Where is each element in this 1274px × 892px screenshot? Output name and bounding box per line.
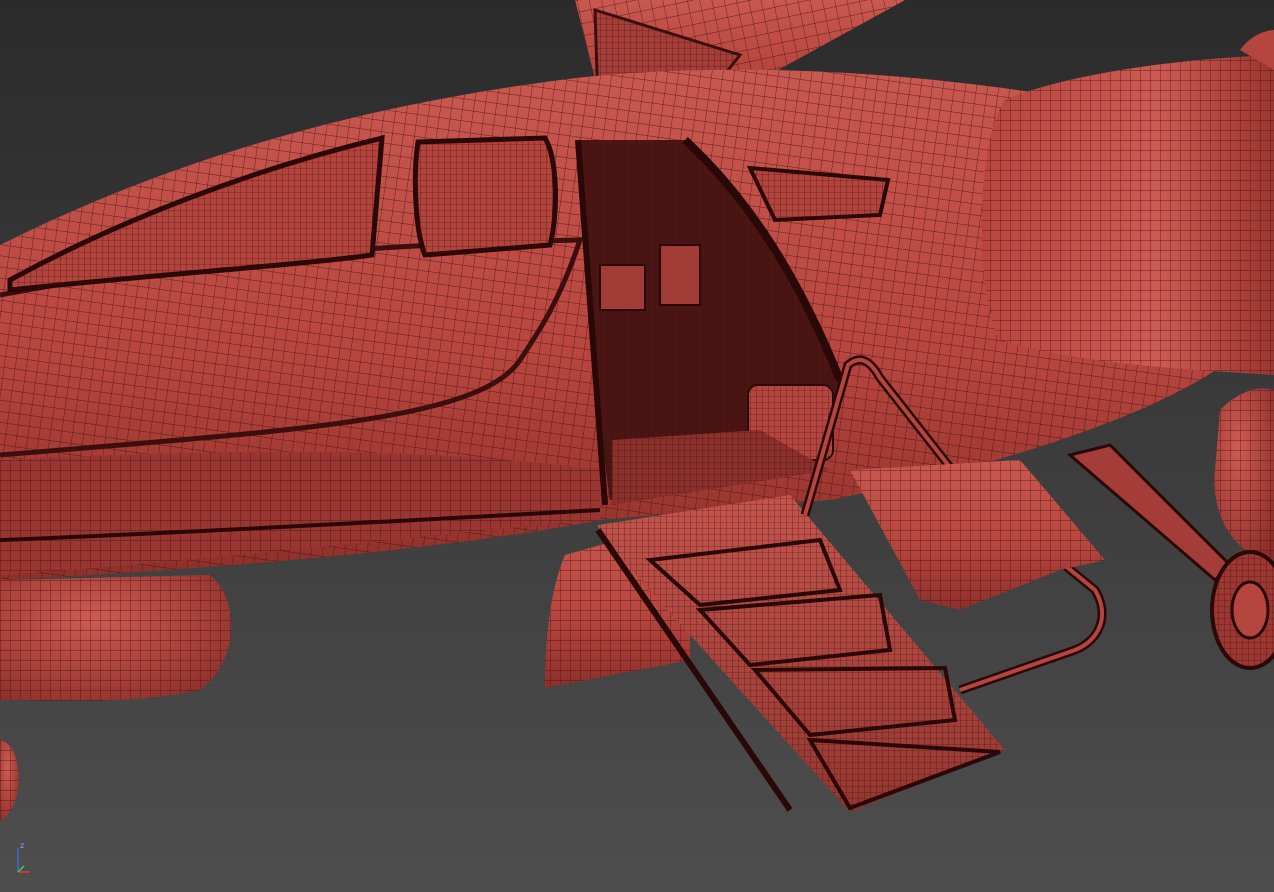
- fairing-pod: [0, 575, 232, 820]
- cabin-seat: [599, 264, 646, 311]
- 3d-viewport[interactable]: z: [0, 0, 1274, 892]
- axis-gizmo: z: [17, 841, 30, 873]
- z-axis-label: z: [20, 841, 24, 850]
- cabin-seat: [659, 244, 701, 306]
- wireframe-scene[interactable]: [0, 0, 1274, 892]
- wing-strut: [850, 443, 1233, 610]
- main-gear-wheel[interactable]: [1210, 550, 1274, 670]
- y-axis-line: [17, 865, 25, 873]
